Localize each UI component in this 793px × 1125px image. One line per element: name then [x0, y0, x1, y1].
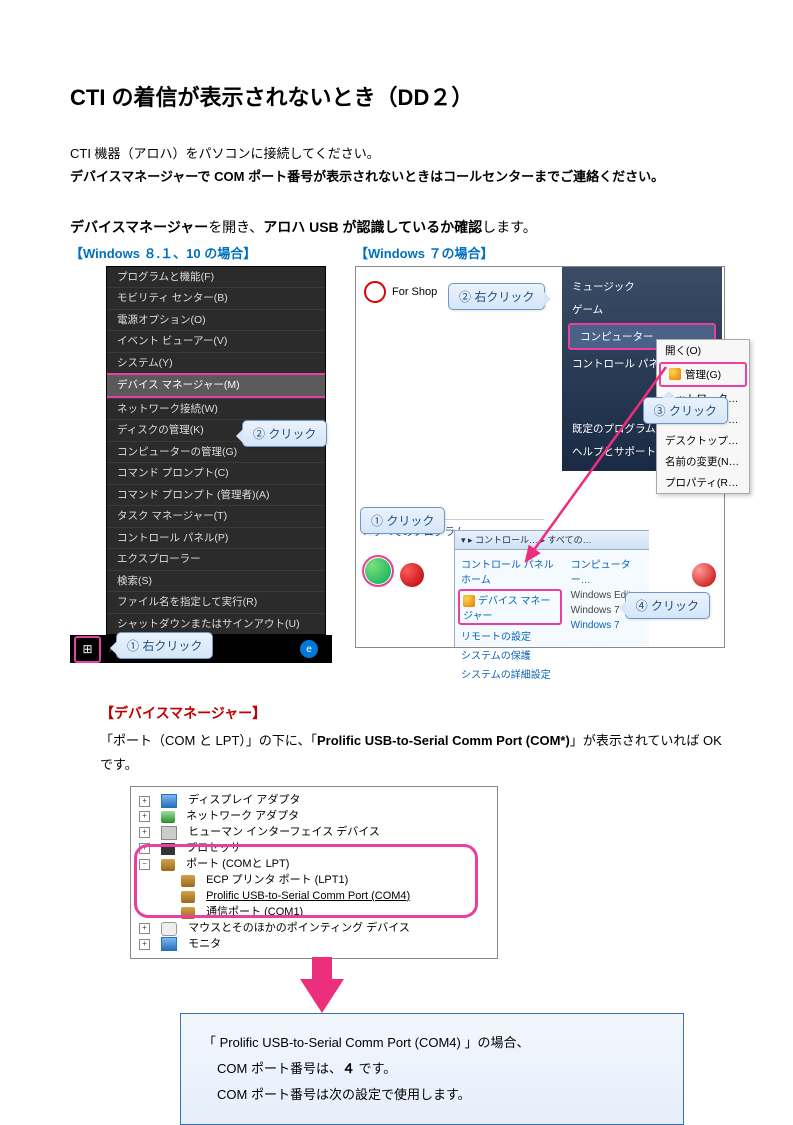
winx-menu-item[interactable]: 検索(S)	[107, 570, 325, 592]
winx-menu-item[interactable]: イベント ビューアー(V)	[107, 330, 325, 352]
big-arrow-icon	[300, 979, 344, 1013]
control-panel-window: ▾ ▸ コントロール… ▸ すべての… コントロール パネル ホーム デバイス …	[454, 530, 649, 647]
caption-win7: 【Windows ７の場合】	[355, 243, 723, 262]
winx-menu-item[interactable]: システム(Y)	[107, 352, 325, 374]
app-forshop: For Shop	[364, 281, 437, 303]
cp-link-devmgr[interactable]: デバイス マネージャー	[458, 589, 562, 625]
intro-line-2: デバイスマネージャーで COM ポート番号が表示されないときはコールセンターまで…	[70, 165, 723, 188]
hid-icon	[161, 826, 177, 840]
callout-rc-computer: ② 右クリック	[448, 283, 545, 310]
start-button[interactable]: ⊞	[74, 636, 101, 663]
col-win81: 【Windows ８.１、10 の場合】 プログラムと機能(F)モビリティ セン…	[70, 243, 343, 664]
callout-right-click-start: ① 右クリック	[116, 632, 213, 659]
cp-address-bar: ▾ ▸ コントロール… ▸ すべての…	[455, 531, 649, 550]
dm-heading: 【デバイスマネージャー】	[100, 703, 723, 723]
highlight-ring	[134, 844, 478, 918]
caption-win81: 【Windows ８.１、10 の場合】	[70, 243, 343, 262]
shield-icon	[669, 368, 681, 380]
col-win7: 【Windows ７の場合】 For Shop ミュージック ゲーム コンピュー…	[355, 243, 723, 648]
winx-menu: プログラムと機能(F)モビリティ センター(B)電源オプション(O)イベント ビ…	[106, 266, 326, 636]
edge-icon: e	[300, 640, 318, 658]
winx-menu-item-devmgr[interactable]: デバイス マネージャー(M)	[107, 373, 325, 398]
winx-menu-item[interactable]: ネットワーク接続(W)	[107, 398, 325, 420]
win7-montage: For Shop ミュージック ゲーム コンピューター コントロール パネル 既…	[355, 266, 725, 648]
winx-menu-item[interactable]: ファイル名を指定して実行(R)	[107, 591, 325, 613]
callout-click-start: ① クリック	[360, 507, 445, 534]
start-orb[interactable]	[362, 555, 394, 587]
intro-block: CTI 機器（アロハ）をパソコンに接続してください。 デバイスマネージャーで C…	[70, 142, 723, 189]
dm-note: 「ポート（COM と LPT）」の下に、「Prolific USB-to-Ser…	[100, 729, 723, 776]
comport-note: 「 Prolific USB-to-Serial Comm Port (COM4…	[180, 1013, 684, 1125]
winx-menu-item[interactable]: コントロール パネル(P)	[107, 527, 325, 549]
tray-icon	[692, 563, 716, 587]
mouse-icon	[161, 922, 177, 936]
shield-icon	[463, 595, 475, 607]
windows-logo-icon: ⊞	[82, 642, 92, 656]
winx-menu-item[interactable]: シャットダウンまたはサインアウト(U)	[107, 613, 325, 635]
subhead: デバイスマネージャーを開き、アロハ USB が認識しているか確認します。	[70, 217, 723, 237]
winx-menu-item[interactable]: 電源オプション(O)	[107, 309, 325, 331]
winx-menu-item[interactable]: エクスプローラー	[107, 548, 325, 570]
callout-click-devmgr2: ④ クリック	[625, 592, 710, 619]
monitor-icon	[161, 937, 177, 951]
forshop-icon	[364, 281, 386, 303]
page-title: CTI の着信が表示されないとき（DD２）	[70, 80, 723, 112]
winx-menu-item[interactable]: コマンド プロンプト (管理者)(A)	[107, 484, 325, 506]
opera-icon	[400, 563, 424, 587]
network-icon	[161, 811, 175, 823]
winx-menu-item[interactable]: タスク マネージャー(T)	[107, 505, 325, 527]
callout-click-devmgr: ② クリック	[242, 420, 327, 447]
intro-line-1: CTI 機器（アロハ）をパソコンに接続してください。	[70, 142, 723, 165]
winx-menu-item[interactable]: プログラムと機能(F)	[107, 267, 325, 288]
winx-menu-item[interactable]: コマンド プロンプト(C)	[107, 462, 325, 484]
display-icon	[161, 794, 177, 808]
callout-click-manage: ③ クリック	[643, 397, 728, 424]
winx-menu-item[interactable]: モビリティ センター(B)	[107, 287, 325, 309]
